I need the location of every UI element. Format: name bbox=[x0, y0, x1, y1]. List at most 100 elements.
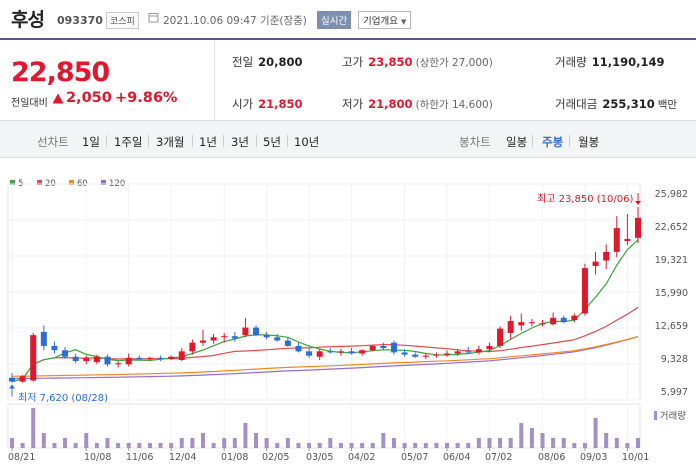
x-tick: 08/21 bbox=[8, 452, 36, 463]
volume-bar bbox=[551, 438, 556, 448]
y-tick: 15,990 bbox=[654, 288, 688, 299]
x-tick: 01/08 bbox=[221, 452, 249, 463]
volume-bar bbox=[84, 433, 89, 448]
volume-bar bbox=[487, 438, 492, 448]
candle-body bbox=[603, 251, 610, 261]
candle-body bbox=[592, 261, 599, 266]
candle-body bbox=[581, 268, 588, 314]
candle-body bbox=[401, 352, 408, 355]
volume-bar bbox=[275, 443, 280, 448]
candle-body bbox=[189, 342, 196, 352]
x-tick: 10/01 bbox=[622, 452, 650, 463]
volume-bar bbox=[423, 443, 428, 448]
candle-body bbox=[295, 345, 302, 352]
candle-body bbox=[444, 353, 451, 355]
volume-legend-label: 거래량 bbox=[659, 411, 686, 422]
candle-body bbox=[507, 321, 514, 333]
y-tick: 19,321 bbox=[654, 255, 688, 266]
volume-bar bbox=[63, 438, 68, 448]
y-tick: 25,982 bbox=[654, 189, 688, 200]
candle-body bbox=[624, 238, 631, 242]
candle-body bbox=[62, 350, 69, 357]
volume-frame bbox=[7, 403, 641, 449]
volume-bar bbox=[636, 438, 640, 448]
candle-body bbox=[380, 345, 387, 349]
volume-bar bbox=[625, 443, 630, 448]
high-annotation: 최고 23,850 (10/06) bbox=[537, 194, 634, 205]
volume-bar bbox=[211, 443, 216, 448]
candle-body bbox=[539, 323, 546, 325]
candle-body bbox=[518, 322, 525, 326]
volume-bar bbox=[190, 438, 195, 448]
candle-body bbox=[550, 317, 557, 325]
candle-body bbox=[104, 356, 111, 365]
volume-swatch bbox=[653, 411, 657, 420]
volume-bar bbox=[73, 443, 78, 448]
candle-body bbox=[497, 328, 504, 346]
x-tick: 02/05 bbox=[262, 452, 290, 463]
candle-body bbox=[571, 315, 578, 320]
candle-body bbox=[51, 345, 58, 351]
x-tick: 12/04 bbox=[169, 452, 197, 463]
candle-body bbox=[390, 342, 397, 353]
candle-body bbox=[146, 357, 153, 359]
x-tick: 09/03 bbox=[580, 452, 608, 463]
volume-bar bbox=[328, 438, 333, 448]
volume-bar bbox=[360, 443, 365, 448]
volume-bar bbox=[582, 443, 587, 448]
candle-body bbox=[306, 351, 313, 356]
volume-bar bbox=[455, 443, 460, 448]
candle-body bbox=[9, 377, 15, 382]
volume-bar bbox=[52, 443, 57, 448]
y-tick: 12,659 bbox=[654, 321, 688, 332]
volume-bar bbox=[254, 433, 259, 448]
volume-bar bbox=[572, 443, 577, 448]
candle-body bbox=[178, 351, 185, 360]
candle-body bbox=[242, 327, 249, 336]
volume-bar bbox=[105, 438, 110, 448]
candle-body bbox=[465, 351, 472, 353]
candle-body bbox=[19, 376, 26, 382]
x-tick: 06/04 bbox=[443, 452, 471, 463]
volume-bar bbox=[285, 438, 290, 448]
candle-body bbox=[369, 345, 376, 351]
candle-body bbox=[433, 354, 440, 356]
volume-bar bbox=[126, 443, 131, 448]
volume-bar bbox=[561, 438, 566, 448]
volume-bar bbox=[232, 438, 237, 448]
volume-bar bbox=[614, 438, 619, 448]
candle-body bbox=[454, 351, 461, 354]
volume-bar bbox=[349, 443, 354, 448]
candle-body bbox=[422, 355, 429, 357]
candle-body bbox=[348, 351, 355, 354]
volume-bar bbox=[264, 438, 269, 448]
volume-bar bbox=[529, 428, 534, 448]
candle-body bbox=[125, 357, 132, 365]
volume-bar bbox=[338, 443, 343, 448]
low-annotation: 최저 7,620 (08/28) bbox=[18, 393, 109, 404]
candle-body bbox=[93, 356, 100, 363]
volume-bar bbox=[445, 443, 450, 448]
volume-bar bbox=[370, 443, 375, 448]
candle-body bbox=[316, 351, 323, 357]
candle-body bbox=[168, 356, 175, 359]
volume-bar bbox=[169, 443, 174, 448]
x-tick: 10/08 bbox=[84, 452, 112, 463]
candle-body bbox=[486, 345, 493, 350]
candle-body bbox=[83, 357, 90, 362]
candle-body bbox=[412, 354, 419, 357]
volume-bar bbox=[147, 443, 152, 448]
candle-body bbox=[30, 335, 37, 381]
candle-body bbox=[560, 317, 567, 323]
candle-body bbox=[221, 336, 228, 338]
volume-bar bbox=[317, 443, 322, 448]
candle-body bbox=[528, 322, 535, 324]
volume-bar bbox=[604, 433, 609, 448]
low-arrow-head bbox=[9, 384, 15, 389]
x-tick: 05/07 bbox=[401, 452, 429, 463]
volume-bar bbox=[296, 443, 301, 448]
volume-bar bbox=[413, 443, 418, 448]
candle-body bbox=[72, 356, 79, 362]
ma20-line bbox=[11, 306, 639, 383]
candle-body bbox=[337, 351, 344, 353]
